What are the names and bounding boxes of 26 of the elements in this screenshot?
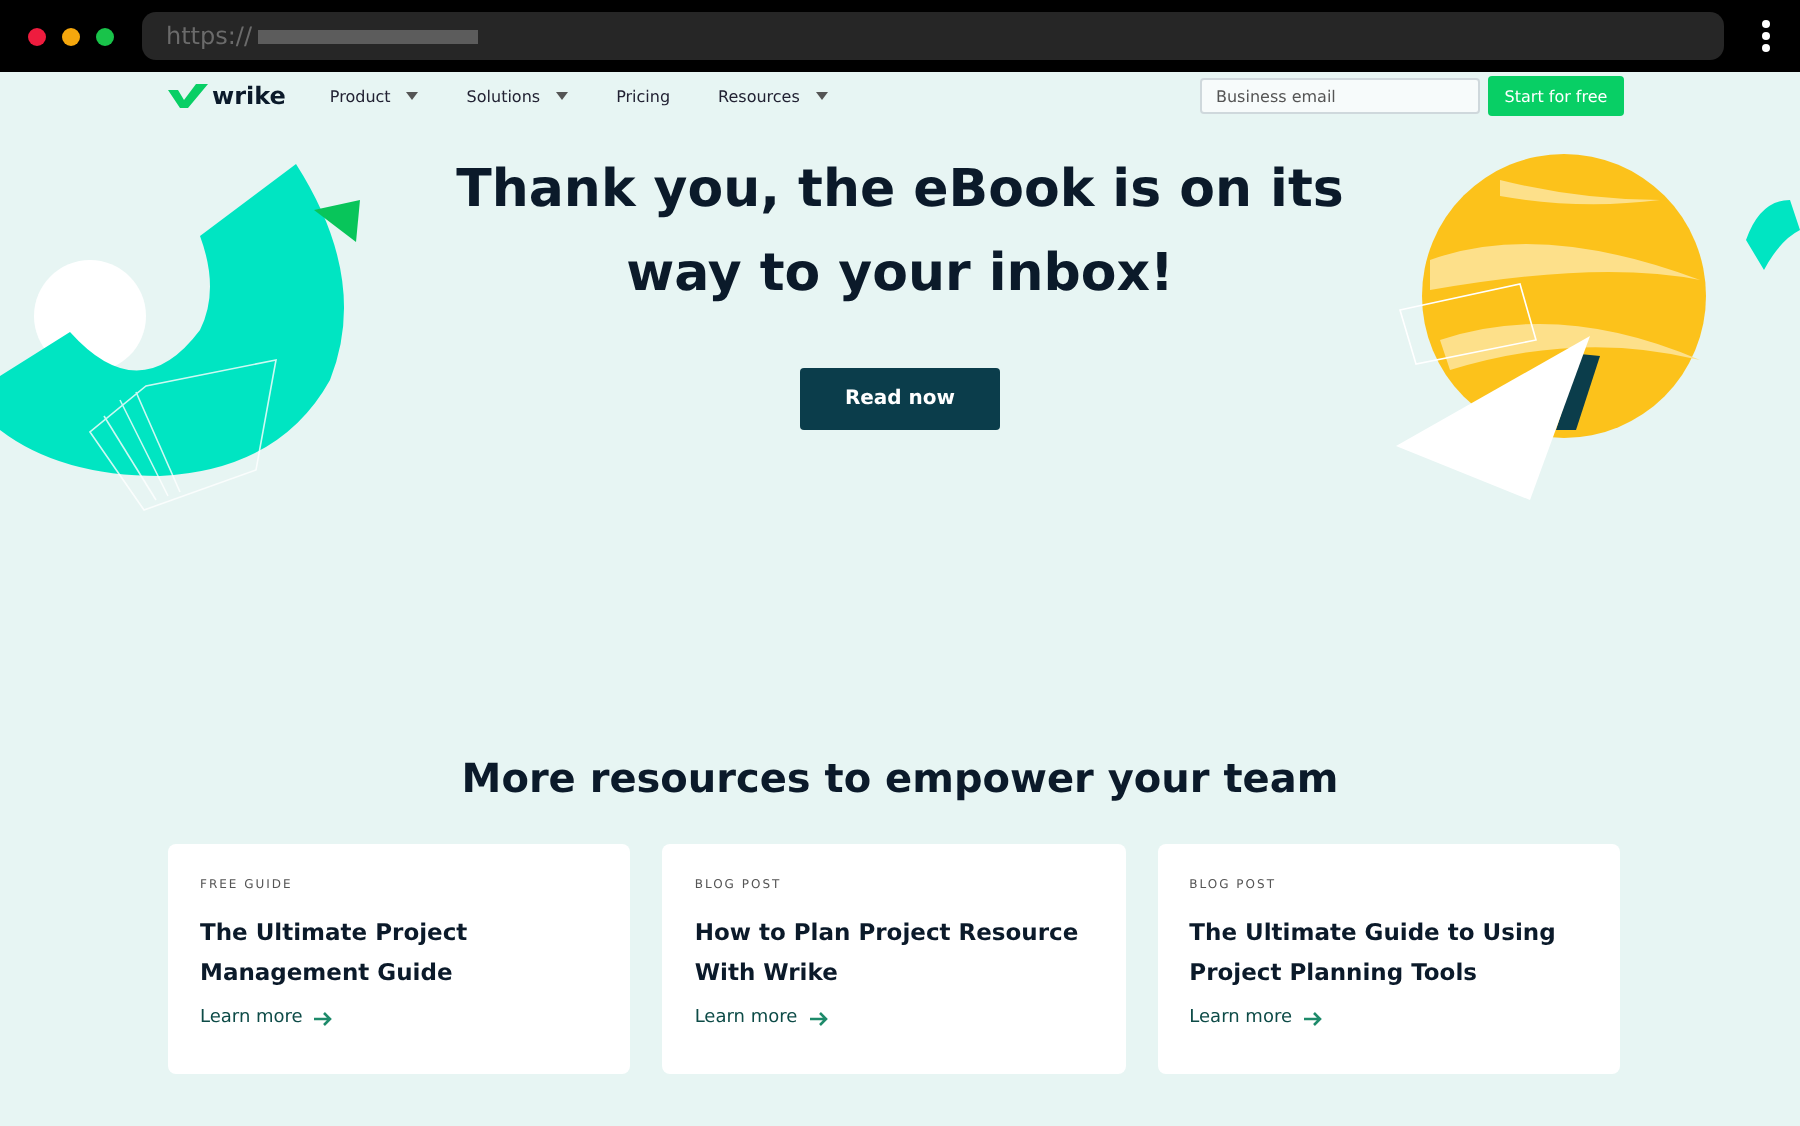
maximize-window-icon[interactable] <box>96 27 114 45</box>
checkmark-icon <box>168 84 208 108</box>
nav-menu-item[interactable]: Resources <box>718 87 828 105</box>
nav-menu-item[interactable]: Solutions <box>466 87 569 105</box>
hero-heading: Thank you, the eBook is on its way to your inbox! <box>454 158 1346 308</box>
arrow-right-icon <box>314 1011 333 1025</box>
learn-more-link[interactable]: Learn more <box>1189 1008 1322 1028</box>
nav-menu-item[interactable]: Pricing <box>616 87 671 105</box>
caret-icon <box>556 92 569 100</box>
read-now-button[interactable]: Read now <box>800 368 1000 430</box>
arrow-right-icon <box>1303 1011 1322 1025</box>
section-heading: More resources to empower your team <box>459 752 1341 806</box>
close-window-icon[interactable] <box>28 27 46 45</box>
learn-more-link[interactable]: Learn more <box>694 1008 828 1028</box>
nav-menu-item[interactable]: Product <box>329 87 419 105</box>
caret-icon <box>406 92 419 100</box>
more-options-icon[interactable] <box>1760 18 1772 54</box>
logo[interactable]: wrike <box>168 82 286 110</box>
card-title: The Ultimate Project Management Guide <box>200 916 470 990</box>
card-title: The Ultimate Guide to Using Project Planning Tools <box>1189 916 1558 990</box>
minimize-window-icon[interactable] <box>62 27 80 45</box>
caret-icon <box>815 92 828 100</box>
email-field[interactable]: Business email <box>1200 78 1480 114</box>
arrow-right-icon <box>809 1011 828 1025</box>
card-title: How to Plan Project Resource With Wrike <box>694 916 1081 990</box>
learn-more-link[interactable]: Learn more <box>200 1008 333 1028</box>
